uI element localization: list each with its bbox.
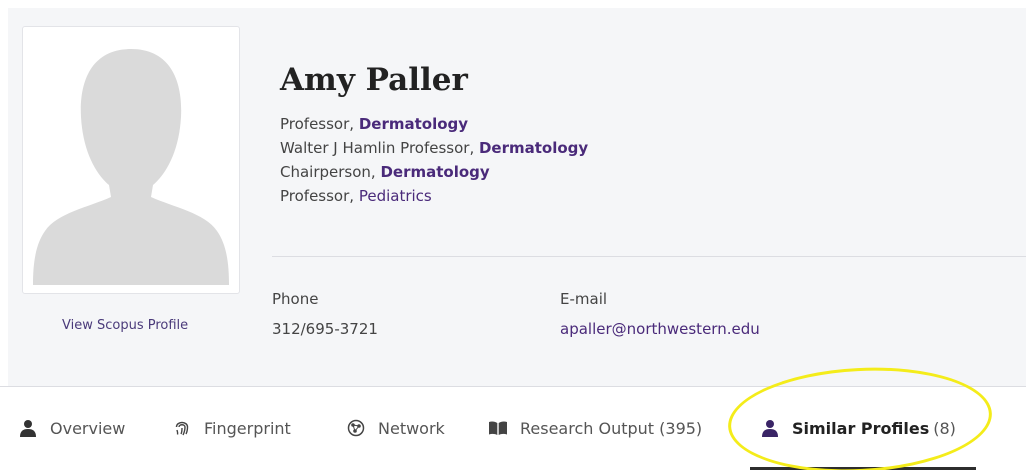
tab-similar-profiles[interactable]: Similar Profiles (8) (760, 413, 956, 443)
role-item: Professor, Dermatology (280, 112, 588, 136)
profile-tab-bar: Overview Fingerprint Network Research Ou… (0, 386, 1026, 470)
phone-label: Phone (272, 290, 319, 308)
role-list: Professor, Dermatology Walter J Hamlin P… (280, 112, 588, 208)
avatar-placeholder-icon (33, 49, 229, 285)
tab-research-output[interactable]: Research Output (395) (488, 413, 702, 443)
network-globe-icon (346, 418, 366, 438)
view-scopus-profile-link[interactable]: View Scopus Profile (62, 318, 188, 333)
email-block: E-mail apaller@northwestern.edu (560, 288, 760, 340)
open-book-icon (488, 418, 508, 438)
email-link[interactable]: apaller@northwestern.edu (560, 318, 760, 340)
phone-number: 312/695-3721 (272, 320, 378, 338)
email-label: E-mail (560, 290, 608, 308)
role-title: Chairperson, (280, 163, 381, 181)
role-item: Professor, Pediatrics (280, 184, 588, 208)
fingerprint-icon (172, 418, 192, 438)
role-title: Professor, (280, 115, 359, 133)
tab-label: Fingerprint (204, 418, 291, 438)
role-item: Walter J Hamlin Professor, Dermatology (280, 136, 588, 160)
profile-photo (22, 26, 240, 294)
section-divider (272, 256, 1026, 257)
phone-block: Phone 312/695-3721 (272, 288, 378, 340)
profile-header: View Scopus Profile Amy Paller Professor… (8, 8, 1026, 386)
tab-label: Similar Profiles (792, 418, 930, 438)
tab-overview[interactable]: Overview (18, 413, 125, 443)
tab-label: Overview (50, 418, 126, 438)
person-icon (760, 418, 780, 438)
person-icon (18, 418, 38, 438)
profile-name: Amy Paller (280, 62, 468, 98)
tab-label: Network (378, 418, 445, 438)
role-item: Chairperson, Dermatology (280, 160, 588, 184)
department-link-pediatrics[interactable]: Pediatrics (359, 187, 432, 205)
tab-network[interactable]: Network (346, 413, 445, 443)
tab-fingerprint[interactable]: Fingerprint (172, 413, 291, 443)
department-link-dermatology[interactable]: Dermatology (479, 139, 588, 157)
department-link-dermatology[interactable]: Dermatology (359, 115, 468, 133)
department-link-dermatology[interactable]: Dermatology (380, 163, 489, 181)
role-title: Professor, (280, 187, 359, 205)
role-title: Walter J Hamlin Professor, (280, 139, 479, 157)
tab-count: (8) (933, 418, 956, 438)
tab-label: Research Output (395) (520, 418, 703, 438)
